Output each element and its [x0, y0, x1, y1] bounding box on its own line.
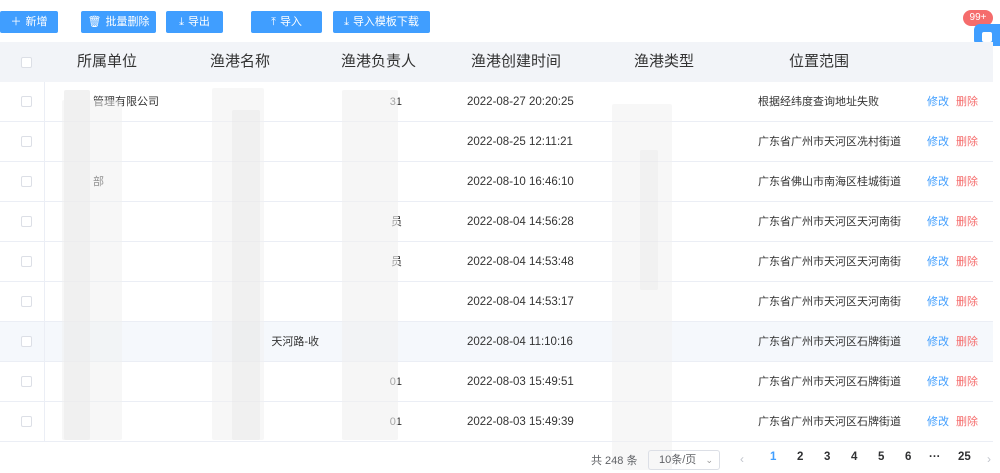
column-header-type: 渔港类型	[634, 53, 695, 70]
page-6[interactable]: 6	[905, 451, 911, 463]
page-1[interactable]: 1	[770, 451, 776, 463]
delete-link[interactable]: 删除	[956, 322, 978, 362]
cell-location: 广东省广州市天河区石牌街道	[758, 336, 901, 348]
delete-link[interactable]: 删除	[956, 162, 978, 202]
table-header: 所属单位 渔港名称 渔港负责人 渔港创建时间 渔港类型 位置范围	[0, 42, 993, 82]
select-all-checkbox[interactable]	[21, 57, 32, 68]
more-pages-button[interactable]: ···	[929, 451, 941, 463]
chevron-down-icon: ⌄	[705, 455, 713, 465]
cell-created-time: 2022-08-04 11:10:16	[467, 336, 573, 348]
privacy-mask	[232, 110, 260, 440]
page-4[interactable]: 4	[851, 451, 857, 463]
download-icon: ⤓	[179, 16, 184, 28]
upload-icon: ⤒	[271, 16, 276, 28]
column-header-owner: 渔港负责人	[341, 53, 417, 70]
row-checkbox[interactable]	[21, 256, 32, 267]
pagination: 共 248 条 10条/页 ⌄ ‹ 1 2 3 4 5 6 ··· 25 ›	[0, 448, 1000, 473]
add-button[interactable]: ＋新增	[0, 11, 58, 33]
edit-link[interactable]: 修改	[927, 162, 949, 202]
row-checkbox[interactable]	[21, 416, 32, 427]
cell-created-time: 2022-08-03 15:49:39	[467, 416, 574, 428]
edit-link[interactable]: 修改	[927, 322, 949, 362]
delete-link[interactable]: 删除	[956, 282, 978, 322]
edit-link[interactable]: 修改	[927, 282, 949, 322]
privacy-mask	[640, 150, 658, 290]
row-checkbox[interactable]	[21, 296, 32, 307]
privacy-mask	[342, 90, 398, 440]
table-row: 2022-08-25 12:11:21 广东省广州市天河区冼村街道 修改 删除	[0, 122, 993, 162]
batch-delete-button[interactable]: 🗑 批量删除	[81, 11, 156, 33]
row-checkbox[interactable]	[21, 336, 32, 347]
edit-link[interactable]: 修改	[927, 202, 949, 242]
toolbar: ＋新增 🗑 批量删除 ⤓ 导出 ⤒ 导入 ⤓ 导入模板下载 99+	[0, 0, 1000, 46]
cell-location: 根据经纬度查询地址失败	[758, 96, 879, 108]
cell-location: 广东省广州市天河区冼村街道	[758, 136, 901, 148]
cell-created-time: 2022-08-03 15:49:51	[467, 376, 574, 388]
cell-location: 广东省佛山市南海区桂城街道	[758, 176, 901, 188]
total-count: 共 248 条	[591, 455, 638, 467]
edit-link[interactable]: 修改	[927, 402, 949, 442]
cell-location: 广东省广州市天河区石牌街道	[758, 376, 901, 388]
prev-page-button[interactable]: ‹	[740, 452, 744, 466]
table-row: 012022-08-03 15:49:51广东省广州市天河区石牌街道修改删除	[0, 362, 993, 402]
cell-created-time: 2022-08-27 20:20:25	[467, 96, 574, 108]
column-header-location: 位置范围	[789, 53, 850, 70]
delete-link[interactable]: 删除	[956, 202, 978, 242]
column-header-created: 渔港创建时间	[471, 53, 562, 70]
row-checkbox[interactable]	[21, 216, 32, 227]
cell-location: 广东省广州市天河区天河南街	[758, 216, 901, 228]
delete-link[interactable]: 删除	[956, 402, 978, 442]
delete-link[interactable]: 删除	[956, 122, 978, 162]
cell-created-time: 2022-08-04 14:53:48	[467, 256, 574, 268]
cell-location: 广东省广州市天河区天河南街	[758, 296, 901, 308]
column-header-name: 渔港名称	[210, 53, 271, 70]
row-checkbox[interactable]	[21, 176, 32, 187]
trash-icon: 🗑	[87, 16, 102, 28]
download-icon: ⤓	[344, 16, 349, 28]
cell-created-time: 2022-08-04 14:53:17	[467, 296, 574, 308]
cell-location: 广东省广州市天河区石牌街道	[758, 416, 901, 428]
edit-link[interactable]: 修改	[927, 242, 949, 282]
cell-created-time: 2022-08-04 14:56:28	[467, 216, 574, 228]
table-row: 员2022-08-04 14:53:48广东省广州市天河区天河南街修改删除	[0, 242, 993, 282]
page-size-select[interactable]: 10条/页 ⌄	[648, 450, 720, 470]
template-download-button[interactable]: ⤓ 导入模板下载	[333, 11, 430, 33]
table-row: 012022-08-03 15:49:39广东省广州市天河区石牌街道修改删除	[0, 402, 993, 442]
edit-link[interactable]: 修改	[927, 82, 949, 122]
column-header-unit: 所属单位	[77, 53, 138, 70]
export-button[interactable]: ⤓ 导出	[166, 11, 223, 33]
table-row: 2022-08-04 14:53:17 广东省广州市天河区天河南街 修改 删除	[0, 282, 993, 322]
next-page-button[interactable]: ›	[987, 452, 991, 466]
page-2[interactable]: 2	[797, 451, 803, 463]
delete-link[interactable]: 删除	[956, 242, 978, 282]
table-row: 员2022-08-04 14:56:28广东省广州市天河区天河南街修改删除	[0, 202, 993, 242]
edit-link[interactable]: 修改	[927, 122, 949, 162]
row-checkbox[interactable]	[21, 96, 32, 107]
cell-created-time: 2022-08-10 16:46:10	[467, 176, 574, 188]
cell-location: 广东省广州市天河区天河南街	[758, 256, 901, 268]
edit-link[interactable]: 修改	[927, 362, 949, 402]
plus-icon: ＋	[10, 16, 22, 28]
import-button[interactable]: ⤒ 导入	[251, 11, 322, 33]
row-checkbox[interactable]	[21, 376, 32, 387]
delete-link[interactable]: 删除	[956, 82, 978, 122]
page-25[interactable]: 25	[958, 451, 971, 463]
page-3[interactable]: 3	[824, 451, 830, 463]
privacy-mask	[62, 100, 122, 440]
delete-link[interactable]: 删除	[956, 362, 978, 402]
table-row: 天河路-收 2022-08-04 11:10:16 广东省广州市天河区石牌街道 修改删…	[0, 322, 993, 362]
page-5[interactable]: 5	[878, 451, 884, 463]
table-row: 部2022-08-10 16:46:10广东省佛山市南海区桂城街道修改删除	[0, 162, 993, 202]
row-checkbox[interactable]	[21, 136, 32, 147]
table-row: 管理有限公司312022-08-27 20:20:25根据经纬度查询地址失败修改…	[0, 82, 993, 122]
cell-created-time: 2022-08-25 12:11:21	[467, 136, 573, 148]
